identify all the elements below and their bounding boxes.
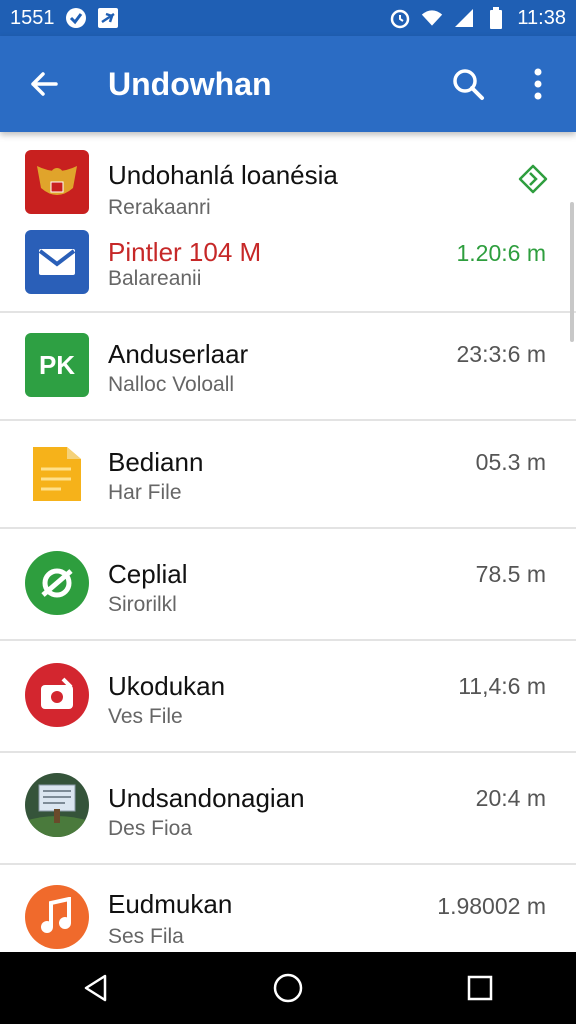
music-note-icon [25, 885, 89, 949]
more-vert-icon [534, 68, 542, 100]
document-icon [25, 441, 89, 505]
item-name: Pintler 104 M [108, 237, 262, 267]
item-subtitle: Rerakaanri [108, 196, 211, 219]
navigation-bar [0, 952, 576, 1024]
alarm-icon [389, 7, 411, 29]
search-button[interactable] [444, 60, 492, 108]
list-item[interactable]: Ukodukan Ves File 11,4:6 m [0, 641, 576, 751]
item-name: Undsandonagian [108, 783, 305, 813]
page-title: Undowhan [108, 65, 272, 102]
item-name: Anduserlaar [108, 339, 249, 369]
circle-app-icon [25, 551, 89, 615]
camera-app-icon [25, 663, 89, 727]
item-size: 23:3:6 m [456, 341, 547, 367]
item-name: Eudmukan [108, 889, 233, 919]
item-name: Ceplial [108, 559, 188, 589]
item-name: Bediann [108, 447, 204, 477]
list-item[interactable]: PK Anduserlaar Nalloc Voloall 23:3:6 m [0, 313, 576, 419]
list-item[interactable]: Undsandonagian Des Fioa 20:4 m [0, 753, 576, 863]
back-button[interactable] [20, 60, 68, 108]
item-size: 05.3 m [475, 449, 546, 475]
nav-recents-button[interactable] [450, 958, 510, 1018]
airplane-icon [97, 7, 119, 29]
item-subtitle: Sirorilkl [108, 593, 177, 616]
app-bar-actions [444, 60, 562, 108]
list-item[interactable]: Pintler 104 M Balareanii 1.20:6 m [0, 220, 576, 310]
install-chevron-icon[interactable] [518, 164, 548, 199]
nav-home-icon [273, 973, 303, 1003]
signal-icon [453, 7, 475, 29]
status-bar: 1551 11:38 [0, 0, 576, 36]
app-bar: Undowhan [0, 36, 576, 132]
item-subtitle: Des Fioa [108, 817, 193, 840]
download-list: Undohanlá loanésia Rerakaanri Pintler 10… [0, 132, 576, 952]
item-size: 20:4 m [475, 785, 546, 811]
landscape-app-icon [25, 773, 89, 837]
check-circle-icon [65, 7, 87, 29]
status-left: 1551 [10, 7, 119, 30]
search-icon [453, 69, 484, 100]
status-time: 11:38 [517, 6, 566, 29]
nav-home-button[interactable] [258, 958, 318, 1018]
item-size: 11,4:6 m [458, 673, 546, 699]
nav-recents-icon [467, 975, 493, 1001]
more-options-button[interactable] [514, 60, 562, 108]
list-item[interactable]: Ceplial Sirorilkl 78.5 m [0, 529, 576, 639]
item-size: 1.20:6 m [456, 240, 547, 266]
list-item[interactable]: Eudmukan Ses Fila 1.98002 m [0, 865, 576, 952]
item-subtitle: Ses Fila [108, 925, 184, 948]
mail-icon [25, 230, 89, 294]
item-size: 1.98002 m [437, 893, 546, 919]
indonesia-emblem-icon [25, 150, 89, 214]
item-name: Undohanlá loanésia [108, 160, 338, 190]
item-subtitle: Nalloc Voloall [108, 373, 235, 396]
nav-back-button[interactable] [66, 958, 126, 1018]
nav-back-icon [84, 974, 107, 1002]
pk-app-icon: PK [25, 333, 89, 397]
list-item[interactable]: Undohanlá loanésia Rerakaanri [0, 132, 576, 220]
list-item[interactable]: Bediann Har File 05.3 m [0, 421, 576, 527]
scrollbar[interactable] [570, 202, 574, 342]
item-name: Ukodukan [108, 671, 226, 701]
status-right: 11:38 [389, 7, 566, 30]
item-subtitle: Ves File [108, 705, 183, 728]
status-number: 1551 [10, 6, 55, 29]
item-subtitle: Balareanii [108, 267, 202, 290]
battery-icon [485, 7, 507, 29]
arrow-back-icon [31, 72, 58, 96]
item-size: 78.5 m [475, 561, 546, 587]
wifi-icon [421, 7, 443, 29]
item-subtitle: Har File [108, 481, 182, 504]
